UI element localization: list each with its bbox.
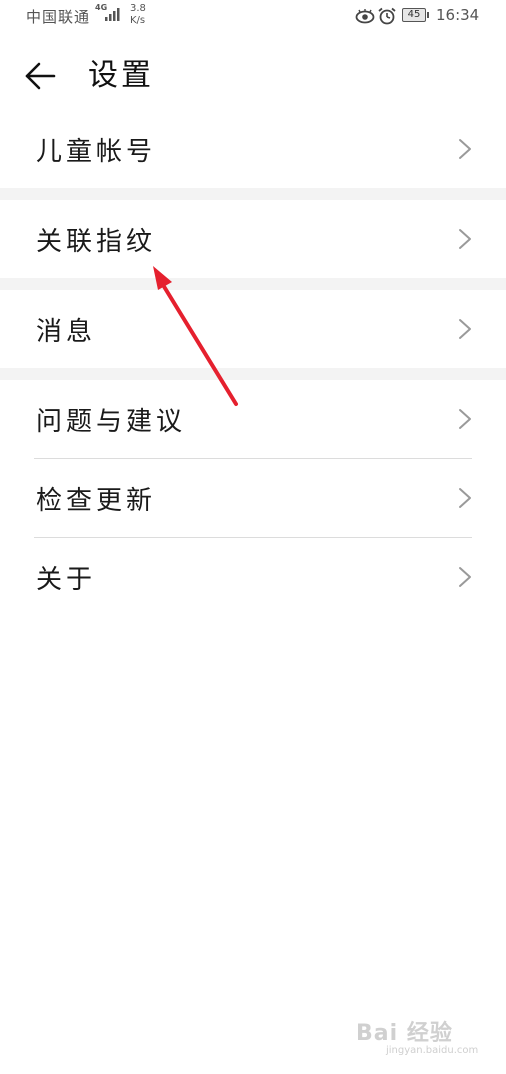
chevron-right-icon <box>459 229 471 249</box>
settings-item-label: 关联指纹 <box>36 226 157 257</box>
settings-item-messages[interactable]: 消息 <box>0 290 506 368</box>
settings-item-label: 儿童帐号 <box>36 136 157 167</box>
battery-tip <box>427 12 429 18</box>
chevron-right-icon <box>459 567 471 587</box>
carrier-name: 中国联通 <box>26 8 91 26</box>
settings-item-about[interactable]: 关于 <box>0 538 506 616</box>
speed-value: 3.8 <box>130 3 146 14</box>
clock-time: 16:34 <box>436 6 480 24</box>
settings-group-3: 消息 <box>0 290 506 368</box>
chevron-right-icon <box>459 319 471 339</box>
section-gap <box>0 278 506 290</box>
baidu-watermark: Bai 经验 jingyan.baidu.com <box>356 1015 486 1063</box>
settings-group-1: 儿童帐号 <box>0 110 506 188</box>
watermark-url: jingyan.baidu.com <box>386 1045 479 1056</box>
settings-item-check-update[interactable]: 检查更新 <box>0 459 506 537</box>
settings-item-label: 问题与建议 <box>36 406 187 437</box>
alarm-icon <box>378 7 396 25</box>
section-gap <box>0 188 506 200</box>
header: 设置 <box>0 34 506 118</box>
settings-list: 儿童帐号 关联指纹 消息 问题与建议 检查更新 关于 <box>0 110 506 616</box>
settings-item-feedback[interactable]: 问题与建议 <box>0 380 506 458</box>
signal-icon <box>105 8 120 21</box>
settings-item-label: 消息 <box>36 316 97 347</box>
settings-item-label: 检查更新 <box>36 485 157 516</box>
arrow-left-icon <box>25 62 56 90</box>
settings-item-fingerprint[interactable]: 关联指纹 <box>0 200 506 278</box>
back-button[interactable] <box>18 56 62 96</box>
settings-item-label: 关于 <box>36 564 97 595</box>
settings-item-child-account[interactable]: 儿童帐号 <box>0 110 506 188</box>
chevron-right-icon <box>459 488 471 508</box>
section-gap <box>0 368 506 380</box>
network-speed: 3.8 K/s <box>130 3 146 27</box>
page-title: 设置 <box>88 58 154 93</box>
settings-group-2: 关联指纹 <box>0 200 506 278</box>
speed-unit: K/s <box>130 15 146 26</box>
watermark-logo: Bai 经验 <box>356 1021 453 1046</box>
battery-icon: 45 <box>402 8 426 22</box>
settings-group-4: 问题与建议 检查更新 关于 <box>0 380 506 616</box>
status-bar: 中国联通 4G 3.8 K/s 45 16:34 <box>0 0 506 34</box>
chevron-right-icon <box>459 139 471 159</box>
eye-icon <box>355 9 375 24</box>
chevron-right-icon <box>459 409 471 429</box>
